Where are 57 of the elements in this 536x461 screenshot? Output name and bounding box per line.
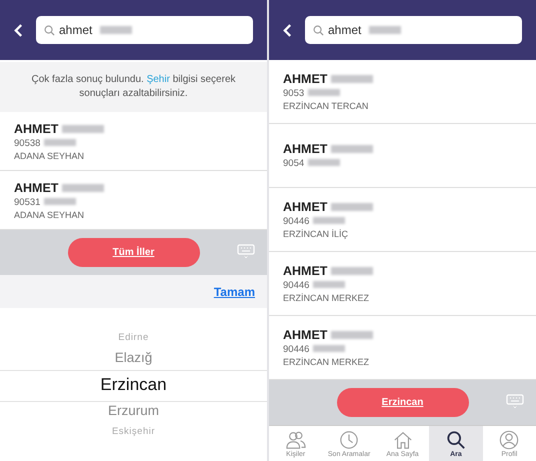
city-filter-button[interactable]: Erzincan	[336, 388, 468, 417]
blurred-text	[331, 267, 374, 275]
blurred-text	[331, 145, 374, 153]
phone-number: 9053	[283, 88, 304, 99]
back-icon[interactable]	[283, 24, 292, 36]
search-icon	[44, 24, 55, 36]
picker-option[interactable]: Erzincan	[100, 370, 167, 398]
blurred-text	[313, 345, 346, 352]
location-text: ERZİNCAN MERKEZ	[283, 293, 370, 303]
blurred-text	[331, 331, 374, 339]
picker-option[interactable]: Erzurum	[108, 400, 159, 422]
phone-number: 90446	[283, 216, 310, 227]
blurred-text	[331, 75, 374, 83]
phone-number: 90446	[283, 344, 310, 355]
search-icon	[313, 24, 324, 36]
clock-icon	[339, 430, 360, 450]
city-picker[interactable]: Edirne Elazığ Erzincan Erzurum Eskişehir	[0, 308, 267, 461]
blurred-text	[369, 26, 402, 34]
blurred-text	[44, 138, 76, 146]
phone-number: 90538	[14, 138, 40, 148]
blurred-text	[62, 184, 104, 192]
blurred-text	[308, 89, 340, 96]
blurred-text	[44, 198, 76, 204]
location-text: ADANA SEYHAN	[14, 150, 84, 160]
contact-name: AHMET	[283, 200, 328, 214]
contact-name: AHMET	[283, 328, 328, 342]
picker-option[interactable]: Eskişehir	[112, 424, 156, 439]
blurred-text	[313, 281, 346, 288]
people-icon	[286, 430, 306, 450]
blurred-text	[100, 26, 132, 34]
phone-number: 90531	[14, 196, 40, 208]
search-icon	[446, 430, 466, 450]
blurred-text	[313, 217, 346, 224]
contact-name: AHMET	[14, 122, 58, 136]
picker-option[interactable]: Edirne	[118, 330, 149, 346]
phone-number: 90446	[283, 280, 310, 291]
contact-name: AHMET	[283, 72, 328, 86]
blurred-text	[308, 159, 340, 166]
notice-text: Çok fazla sonuç bulundu. Şehir bilgisi seçerek sonuçları azaltabilirsiniz.	[30, 72, 237, 101]
location-text: ERZİNCAN İLİÇ	[283, 229, 348, 239]
location-text: ERZİNCAN TERCAN	[283, 101, 368, 111]
done-link[interactable]: Tamam	[214, 284, 255, 298]
person-icon	[499, 430, 520, 450]
back-icon[interactable]	[14, 24, 23, 36]
blurred-text	[331, 203, 374, 211]
search-field[interactable]: ahmet	[36, 16, 253, 44]
contact-name: AHMET	[14, 180, 58, 194]
city-filter-button[interactable]: Tüm İller	[68, 238, 200, 267]
location-text: ADANA SEYHAN	[14, 210, 84, 220]
home-icon	[392, 430, 413, 450]
contact-name: AHMET	[283, 264, 328, 278]
search-field[interactable]: ahmet	[305, 16, 522, 44]
location-text: ERZİNCAN MERKEZ	[283, 357, 370, 367]
blurred-text	[62, 124, 104, 132]
phone-number: 9054	[283, 158, 304, 169]
picker-option[interactable]: Elazığ	[114, 347, 152, 369]
contact-name: AHMET	[283, 142, 328, 156]
